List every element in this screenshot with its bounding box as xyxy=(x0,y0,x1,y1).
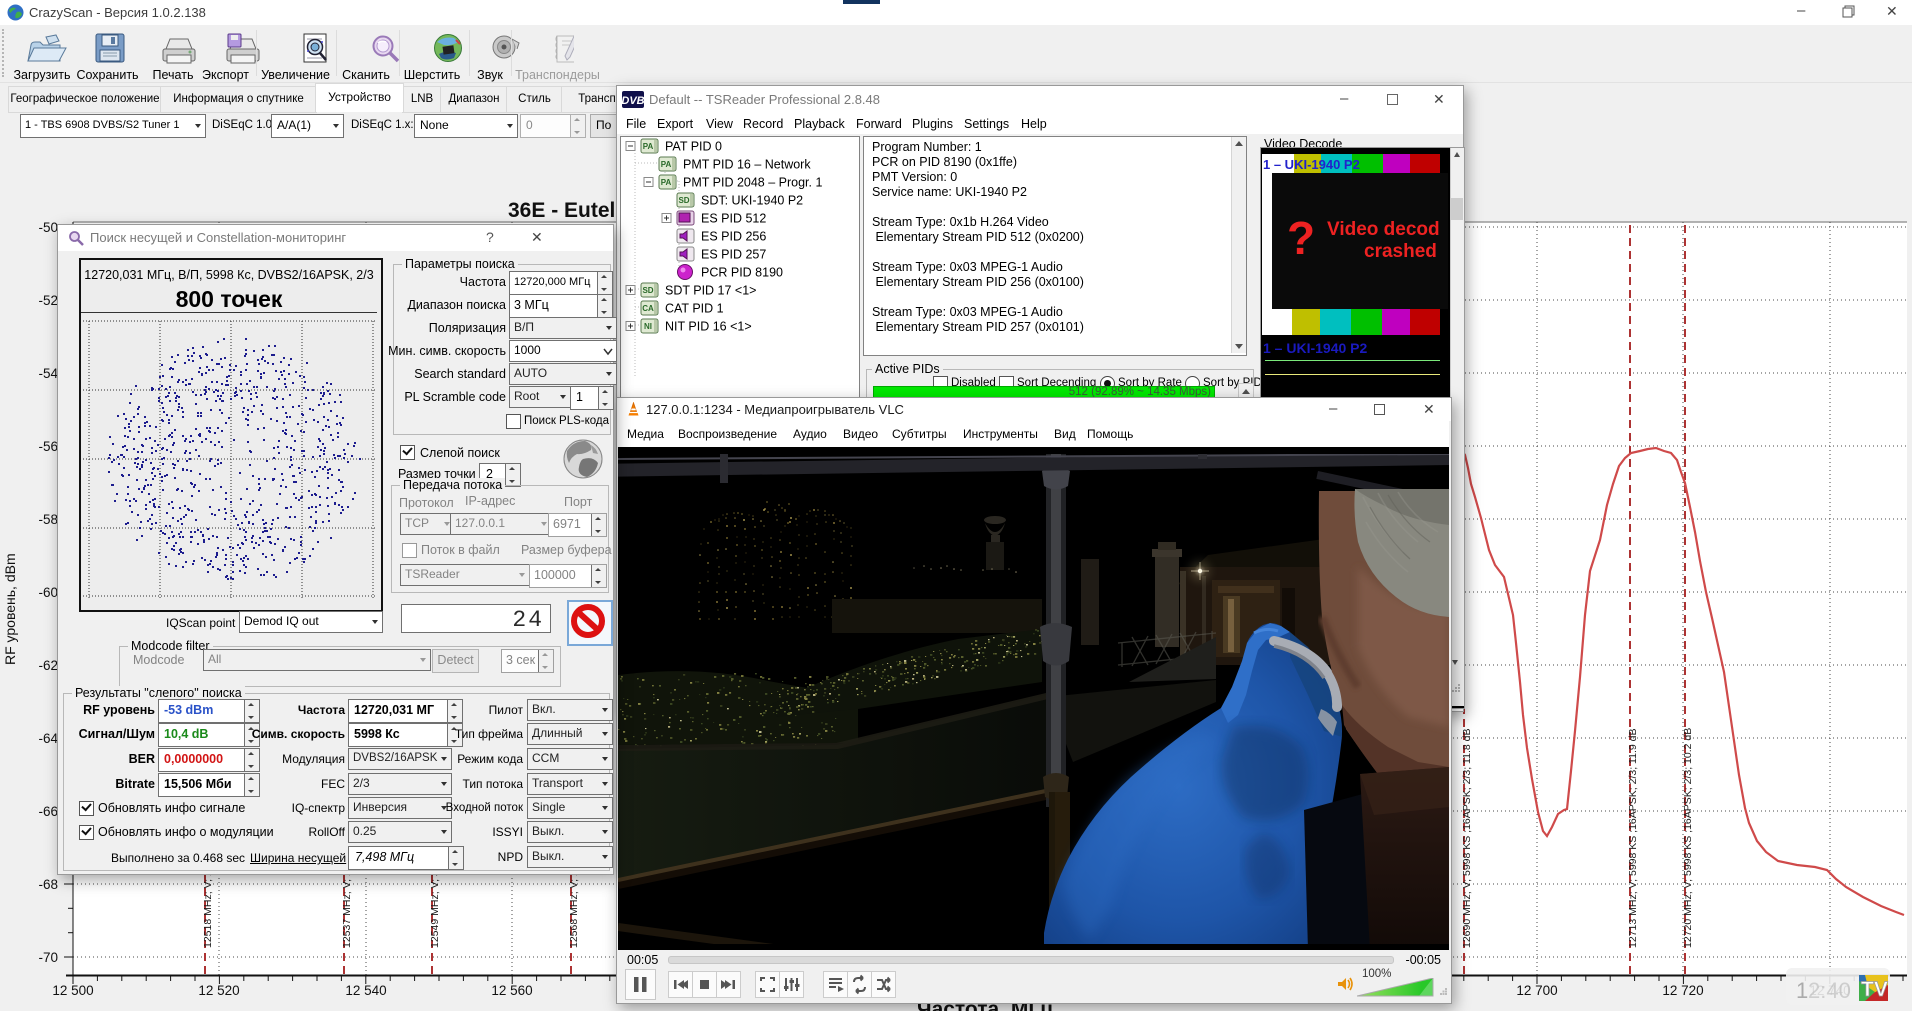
svg-text:CA: CA xyxy=(642,304,654,313)
svg-text:12 500: 12 500 xyxy=(52,983,93,998)
svg-text:CAT PID 1: CAT PID 1 xyxy=(665,302,724,316)
svg-text:NIT PID 16 <1>: NIT PID 16 <1> xyxy=(665,320,752,334)
svg-text:12 540: 12 540 xyxy=(345,983,386,998)
svg-text:12 520: 12 520 xyxy=(198,983,239,998)
svg-text:2:40: 2:40 xyxy=(1808,978,1851,1003)
svg-text:PAT PID 0: PAT PID 0 xyxy=(665,140,722,154)
svg-text:ES PID 256: ES PID 256 xyxy=(701,230,766,244)
svg-text:PA: PA xyxy=(661,160,672,169)
svg-text:1: 1 xyxy=(1796,978,1808,1003)
svg-text:-70: -70 xyxy=(38,950,58,965)
svg-text:12720 MHz; V; 5998 KS ;16APSK;: 12720 MHz; V; 5998 KS ;16APSK; 2/3; 10.2… xyxy=(1682,728,1694,948)
svg-text:SDT PID 17 <1>: SDT PID 17 <1> xyxy=(665,284,757,298)
svg-text:-66: -66 xyxy=(38,804,58,819)
svg-text:-58: -58 xyxy=(38,512,58,527)
svg-text:12 700: 12 700 xyxy=(1516,983,1557,998)
svg-text:-50: -50 xyxy=(38,220,58,235)
svg-text:-52: -52 xyxy=(38,293,58,308)
svg-text:ES PID 257: ES PID 257 xyxy=(701,248,766,262)
svg-text:PMT PID 2048 – Progr. 1: PMT PID 2048 – Progr. 1 xyxy=(683,176,822,190)
svg-text:-60: -60 xyxy=(38,585,58,600)
svg-text:SD: SD xyxy=(642,286,653,295)
svg-text:SD: SD xyxy=(678,196,689,205)
svg-text:12690 MHz; V; 5998 KS ;16APSK;: 12690 MHz; V; 5998 KS ;16APSK; 2/3; 11.8… xyxy=(1461,729,1473,948)
svg-text:PA: PA xyxy=(643,142,654,151)
svg-text:12 720: 12 720 xyxy=(1662,983,1703,998)
svg-text:PMT PID 16 – Network: PMT PID 16 – Network xyxy=(683,158,811,172)
svg-text:-62: -62 xyxy=(38,658,58,673)
svg-text:DVB: DVB xyxy=(622,95,644,107)
svg-text:SDT: UKI-1940 P2: SDT: UKI-1940 P2 xyxy=(701,194,803,208)
svg-text:-68: -68 xyxy=(38,877,58,892)
svg-text:PA: PA xyxy=(661,178,672,187)
svg-text:-64: -64 xyxy=(38,731,58,746)
svg-text:12 560: 12 560 xyxy=(491,983,532,998)
svg-text:ES PID 512: ES PID 512 xyxy=(701,212,766,226)
svg-text:NI: NI xyxy=(644,322,652,331)
svg-text:12713 MHz; V; 5998 KS ;16APSK;: 12713 MHz; V; 5998 KS ;16APSK; 2/3; 11.9… xyxy=(1627,729,1639,948)
svg-text:TV: TV xyxy=(1861,978,1888,1001)
svg-text:-54: -54 xyxy=(38,366,58,381)
svg-text:RF уровень, dBm: RF уровень, dBm xyxy=(2,553,18,665)
svg-text:PCR PID 8190: PCR PID 8190 xyxy=(701,266,783,280)
svg-text:-56: -56 xyxy=(38,439,58,454)
